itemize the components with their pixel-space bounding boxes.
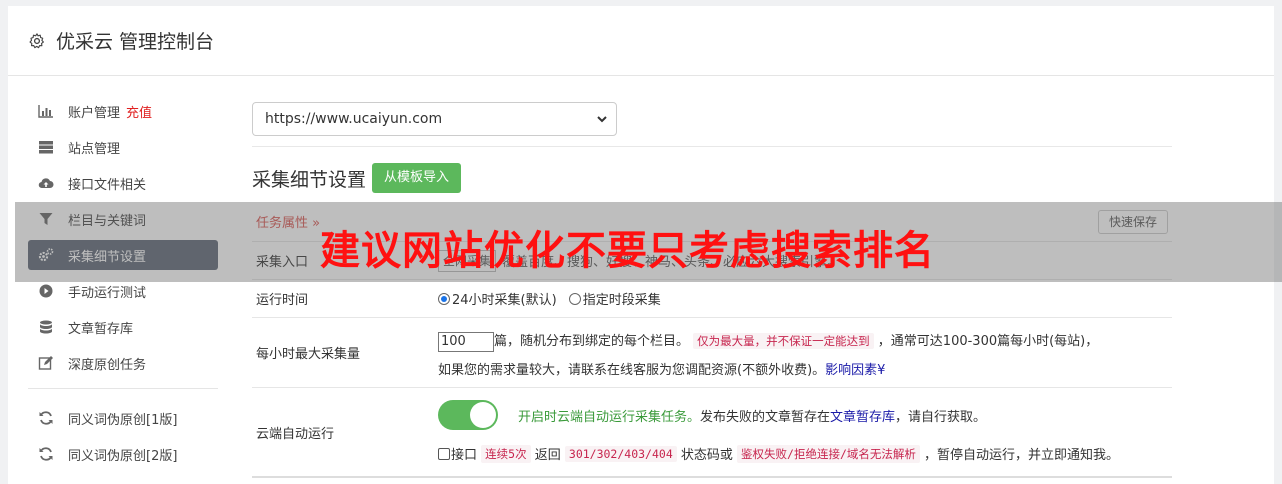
max-note-code: 仅为最大量，并不保证一定能达到	[693, 333, 874, 349]
sidebar-item-api-files[interactable]: 接口文件相关	[28, 168, 218, 198]
runtime-label: 运行时间	[256, 293, 309, 308]
cloud-text-2: ，请自行获取。	[895, 409, 987, 425]
section-header: 采集细节设置 从模板导入	[252, 162, 1172, 194]
factors-link-label: 影响因素	[825, 363, 878, 378]
refresh-icon	[38, 446, 54, 462]
max-per-hour-input[interactable]: 100	[438, 331, 494, 352]
sidebar-item-label: 手动运行测试	[68, 285, 147, 301]
pause-notify-checkbox[interactable]	[438, 447, 450, 460]
pause-code-2: 301/302/403/404	[564, 445, 677, 462]
site-select-value: https://www.ucaiyun.com	[265, 111, 443, 127]
edit-icon	[38, 355, 54, 371]
sidebar-item-label: 同义词伪原创[2版]	[68, 448, 178, 464]
section-title: 采集细节设置	[252, 168, 367, 191]
cloud-run-label: 云端自动运行	[256, 426, 335, 442]
runtime-scheduled-radio[interactable]: 指定时段采集	[568, 289, 661, 308]
sidebar-item-label: 同义词伪原创[1版]	[68, 412, 178, 428]
radio-unchecked	[568, 292, 581, 305]
cloud-run-toggle[interactable]	[438, 400, 498, 430]
factors-link[interactable]: 影响因素¥	[825, 363, 885, 378]
cloud-on-text: 开启时云端自动运行采集任务。	[518, 409, 701, 425]
toggle-knob	[470, 402, 496, 428]
sidebar-item-label: 账户管理	[68, 105, 121, 121]
sidebar-item-synonym-v2[interactable]: 同义词伪原创[2版]	[28, 439, 218, 469]
import-template-button[interactable]: 从模板导入	[372, 163, 462, 193]
bar-chart-icon	[38, 103, 54, 119]
cloud-run-row: 云端自动运行 开启时云端自动运行采集任务。发布失败的文章暂存在文章暂存库，请自行…	[252, 388, 1172, 478]
sidebar-item-sites[interactable]: 站点管理	[28, 132, 218, 162]
chevron-down-icon	[597, 116, 607, 123]
max-text-2: ，通常可达100-300篇每小时(每站)，	[877, 334, 1099, 349]
article-storage-link[interactable]: 文章暂存库	[830, 410, 895, 425]
sidebar-item-label: 文章暂存库	[68, 321, 134, 337]
runtime-row: 运行时间 24小时采集(默认) 指定时段采集	[252, 280, 1172, 318]
chevron-down-icon: ¥	[877, 363, 886, 378]
sidebar-item-label: 深度原创任务	[68, 357, 147, 373]
server-icon	[38, 139, 54, 155]
sidebar-item-account[interactable]: 账户管理 充值	[28, 96, 218, 126]
pause-code-1: 连续5次	[481, 444, 531, 463]
divider	[252, 146, 1172, 147]
runtime-24h-radio[interactable]: 24小时采集(默认)	[438, 289, 557, 308]
sidebar-divider	[28, 388, 218, 389]
pause-text-pre: 接口	[451, 448, 478, 463]
recharge-link[interactable]: 充值	[126, 102, 152, 121]
max-text-3: 如果您的需求量较大，请联系在线客服为您调配资源(不额外收费)。	[438, 363, 826, 378]
page-header: 优采云 管理控制台	[8, 6, 1274, 76]
gear-icon	[29, 32, 44, 48]
play-circle-icon	[38, 283, 54, 299]
cloud-upload-icon	[38, 175, 54, 191]
sidebar-item-deep-original[interactable]: 深度原创任务	[28, 348, 218, 378]
radio-checked	[438, 292, 450, 305]
radio-label: 指定时段采集	[582, 293, 661, 308]
max-per-hour-label: 每小时最大采集量	[256, 347, 361, 362]
sidebar-item-label: 站点管理	[68, 141, 121, 157]
max-text-1: 篇，随机分布到绑定的每个栏目。	[494, 334, 690, 349]
main-panel: https://www.ucaiyun.com 采集细节设置 从模板导入 任务属…	[252, 102, 1172, 478]
database-icon	[38, 319, 54, 335]
page-title: 优采云 管理控制台	[56, 31, 215, 53]
sidebar-item-label: 接口文件相关	[68, 177, 147, 193]
pause-text-2: 状态码或	[680, 448, 733, 463]
sidebar: 账户管理 充值 站点管理 接口文件相关 栏目与关键词 采集细节设置 手动运行测试…	[28, 96, 218, 475]
radio-label: 24小时采集(默认)	[452, 293, 557, 308]
sidebar-item-synonym-v1[interactable]: 同义词伪原创[1版]	[28, 403, 218, 433]
pause-code-3: 鉴权失败/拒绝连接/域名无法解析	[737, 444, 920, 463]
max-per-hour-row: 每小时最大采集量 100 篇，随机分布到绑定的每个栏目。 仅为最大量，并不保证一定…	[252, 318, 1172, 388]
pause-text-3: ，暂停自动运行，并立即通知我。	[924, 448, 1120, 463]
pause-text-1: 返回	[534, 448, 561, 463]
refresh-icon	[38, 410, 54, 426]
sidebar-item-article-storage[interactable]: 文章暂存库	[28, 312, 218, 342]
cloud-text-1: 发布失败的文章暂存在	[700, 409, 831, 425]
overlay-caption: 建议网站优化不要只考虑搜索排名	[320, 228, 935, 274]
site-select[interactable]: https://www.ucaiyun.com	[252, 102, 617, 136]
